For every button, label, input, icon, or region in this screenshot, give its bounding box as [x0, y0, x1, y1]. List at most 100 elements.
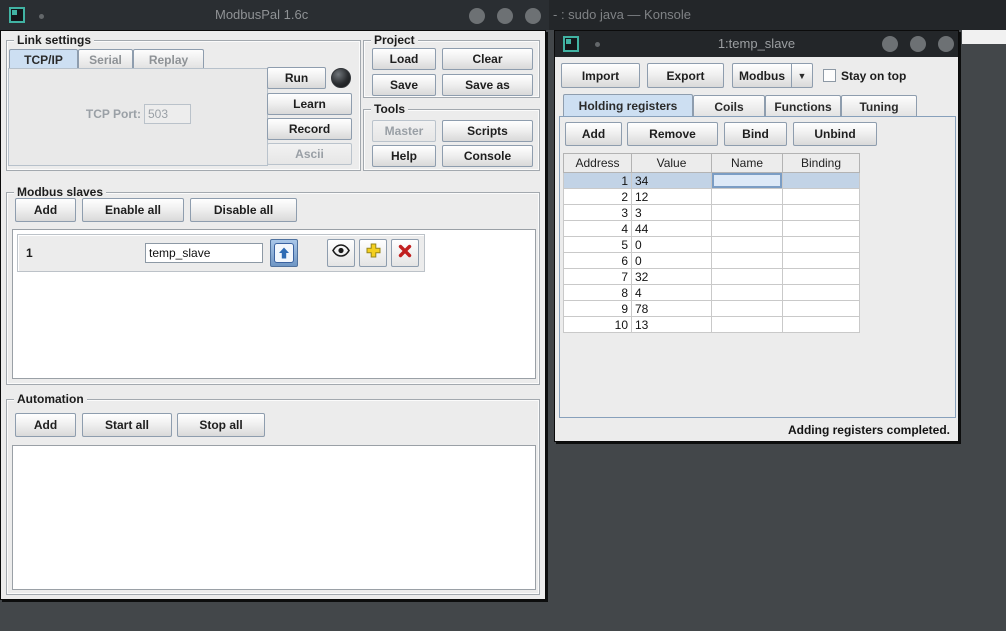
register-cell-value[interactable]: 0 — [632, 237, 712, 253]
register-cell-name[interactable] — [712, 269, 783, 285]
register-cell-address[interactable]: 10 — [564, 317, 632, 333]
registers-table[interactable]: Address Value Name Binding 1342123344450… — [563, 153, 860, 333]
register-add-button[interactable]: Add — [565, 122, 622, 146]
slave-view-button[interactable] — [327, 239, 355, 267]
save-button[interactable]: Save — [372, 74, 436, 96]
register-cell-value[interactable]: 12 — [632, 189, 712, 205]
register-unbind-button[interactable]: Unbind — [793, 122, 877, 146]
tab-tuning[interactable]: Tuning — [841, 95, 917, 117]
tab-replay[interactable]: Replay — [133, 49, 204, 69]
register-cell-address[interactable]: 6 — [564, 253, 632, 269]
learn-button[interactable]: Learn — [267, 93, 352, 115]
register-cell-address[interactable]: 2 — [564, 189, 632, 205]
register-cell-binding[interactable] — [783, 173, 860, 189]
register-cell-name[interactable] — [712, 317, 783, 333]
register-cell-address[interactable]: 7 — [564, 269, 632, 285]
register-cell-value[interactable]: 44 — [632, 221, 712, 237]
save-as-button[interactable]: Save as — [442, 74, 533, 96]
register-cell-value[interactable]: 34 — [632, 173, 712, 189]
slave-window-titlebar[interactable]: 1:temp_slave — [555, 31, 958, 57]
window-control-button-3[interactable] — [525, 8, 541, 24]
slave-name-field[interactable] — [145, 243, 263, 263]
stop-all-button[interactable]: Stop all — [177, 413, 265, 437]
tab-tcpip[interactable]: TCP/IP — [9, 49, 78, 69]
register-row[interactable]: 33 — [564, 205, 860, 221]
modbuspal-app-icon[interactable] — [9, 7, 25, 23]
col-header-name[interactable]: Name — [712, 154, 783, 173]
register-row[interactable]: 84 — [564, 285, 860, 301]
register-cell-address[interactable]: 8 — [564, 285, 632, 301]
register-cell-binding[interactable] — [783, 285, 860, 301]
register-cell-binding[interactable] — [783, 189, 860, 205]
slave-add-automation-button[interactable] — [359, 239, 387, 267]
register-cell-binding[interactable] — [783, 221, 860, 237]
register-cell-address[interactable]: 3 — [564, 205, 632, 221]
slaves-list[interactable]: 1 — [12, 229, 536, 379]
export-button[interactable]: Export — [647, 63, 724, 88]
register-bind-button[interactable]: Bind — [724, 122, 787, 146]
register-cell-address[interactable]: 9 — [564, 301, 632, 317]
register-cell-address[interactable]: 1 — [564, 173, 632, 189]
register-cell-value[interactable]: 3 — [632, 205, 712, 221]
register-cell-binding[interactable] — [783, 253, 860, 269]
scripts-button[interactable]: Scripts — [442, 120, 533, 142]
register-cell-value[interactable]: 13 — [632, 317, 712, 333]
slaves-add-button[interactable]: Add — [15, 198, 76, 222]
register-row[interactable]: 60 — [564, 253, 860, 269]
disable-all-button[interactable]: Disable all — [190, 198, 297, 222]
automation-add-button[interactable]: Add — [15, 413, 76, 437]
start-all-button[interactable]: Start all — [82, 413, 172, 437]
register-row[interactable]: 732 — [564, 269, 860, 285]
register-row[interactable]: 212 — [564, 189, 860, 205]
register-cell-value[interactable]: 78 — [632, 301, 712, 317]
modbuspal-titlebar[interactable]: ModbusPal 1.6c — [0, 0, 549, 30]
slave-delete-button[interactable] — [391, 239, 419, 267]
col-header-address[interactable]: Address — [564, 154, 632, 173]
register-cell-value[interactable]: 4 — [632, 285, 712, 301]
register-row[interactable]: 134 — [564, 173, 860, 189]
slave-list-item[interactable]: 1 — [17, 234, 425, 272]
register-cell-binding[interactable] — [783, 301, 860, 317]
register-cell-name[interactable] — [712, 189, 783, 205]
record-button[interactable]: Record — [267, 118, 352, 140]
register-cell-name[interactable] — [712, 205, 783, 221]
tab-coils[interactable]: Coils — [693, 95, 765, 117]
slave-window-control-button-1[interactable] — [882, 36, 898, 52]
register-cell-name[interactable] — [712, 253, 783, 269]
register-cell-name[interactable] — [712, 285, 783, 301]
register-cell-name[interactable] — [712, 237, 783, 253]
register-cell-address[interactable]: 4 — [564, 221, 632, 237]
run-button[interactable]: Run — [267, 67, 326, 89]
col-header-binding[interactable]: Binding — [783, 154, 860, 173]
chevron-down-icon[interactable]: ▼ — [791, 64, 812, 87]
load-button[interactable]: Load — [372, 48, 436, 70]
register-cell-binding[interactable] — [783, 317, 860, 333]
register-cell-name[interactable] — [712, 173, 783, 189]
tab-functions[interactable]: Functions — [765, 95, 841, 117]
tab-holding-registers[interactable]: Holding registers — [563, 94, 693, 117]
register-cell-binding[interactable] — [783, 237, 860, 253]
console-button[interactable]: Console — [442, 145, 533, 167]
register-row[interactable]: 978 — [564, 301, 860, 317]
register-row[interactable]: 1013 — [564, 317, 860, 333]
window-control-button-1[interactable] — [469, 8, 485, 24]
stay-on-top-label[interactable]: Stay on top — [841, 63, 906, 88]
clear-button[interactable]: Clear — [442, 48, 533, 70]
enable-all-button[interactable]: Enable all — [82, 198, 184, 222]
automation-list[interactable] — [12, 445, 536, 590]
register-cell-value[interactable]: 0 — [632, 253, 712, 269]
register-row[interactable]: 444 — [564, 221, 860, 237]
col-header-value[interactable]: Value — [632, 154, 712, 173]
register-cell-address[interactable]: 5 — [564, 237, 632, 253]
slave-enable-toggle-button[interactable] — [270, 239, 298, 267]
register-cell-name[interactable] — [712, 221, 783, 237]
slave-window-control-button-2[interactable] — [910, 36, 926, 52]
stay-on-top-checkbox[interactable] — [823, 69, 836, 82]
tab-serial[interactable]: Serial — [78, 49, 133, 69]
modbus-mode-dropdown[interactable]: Modbus ▼ — [732, 63, 813, 88]
register-cell-binding[interactable] — [783, 205, 860, 221]
slave-window-control-button-3[interactable] — [938, 36, 954, 52]
window-control-button-2[interactable] — [497, 8, 513, 24]
register-cell-name[interactable] — [712, 301, 783, 317]
register-remove-button[interactable]: Remove — [627, 122, 718, 146]
